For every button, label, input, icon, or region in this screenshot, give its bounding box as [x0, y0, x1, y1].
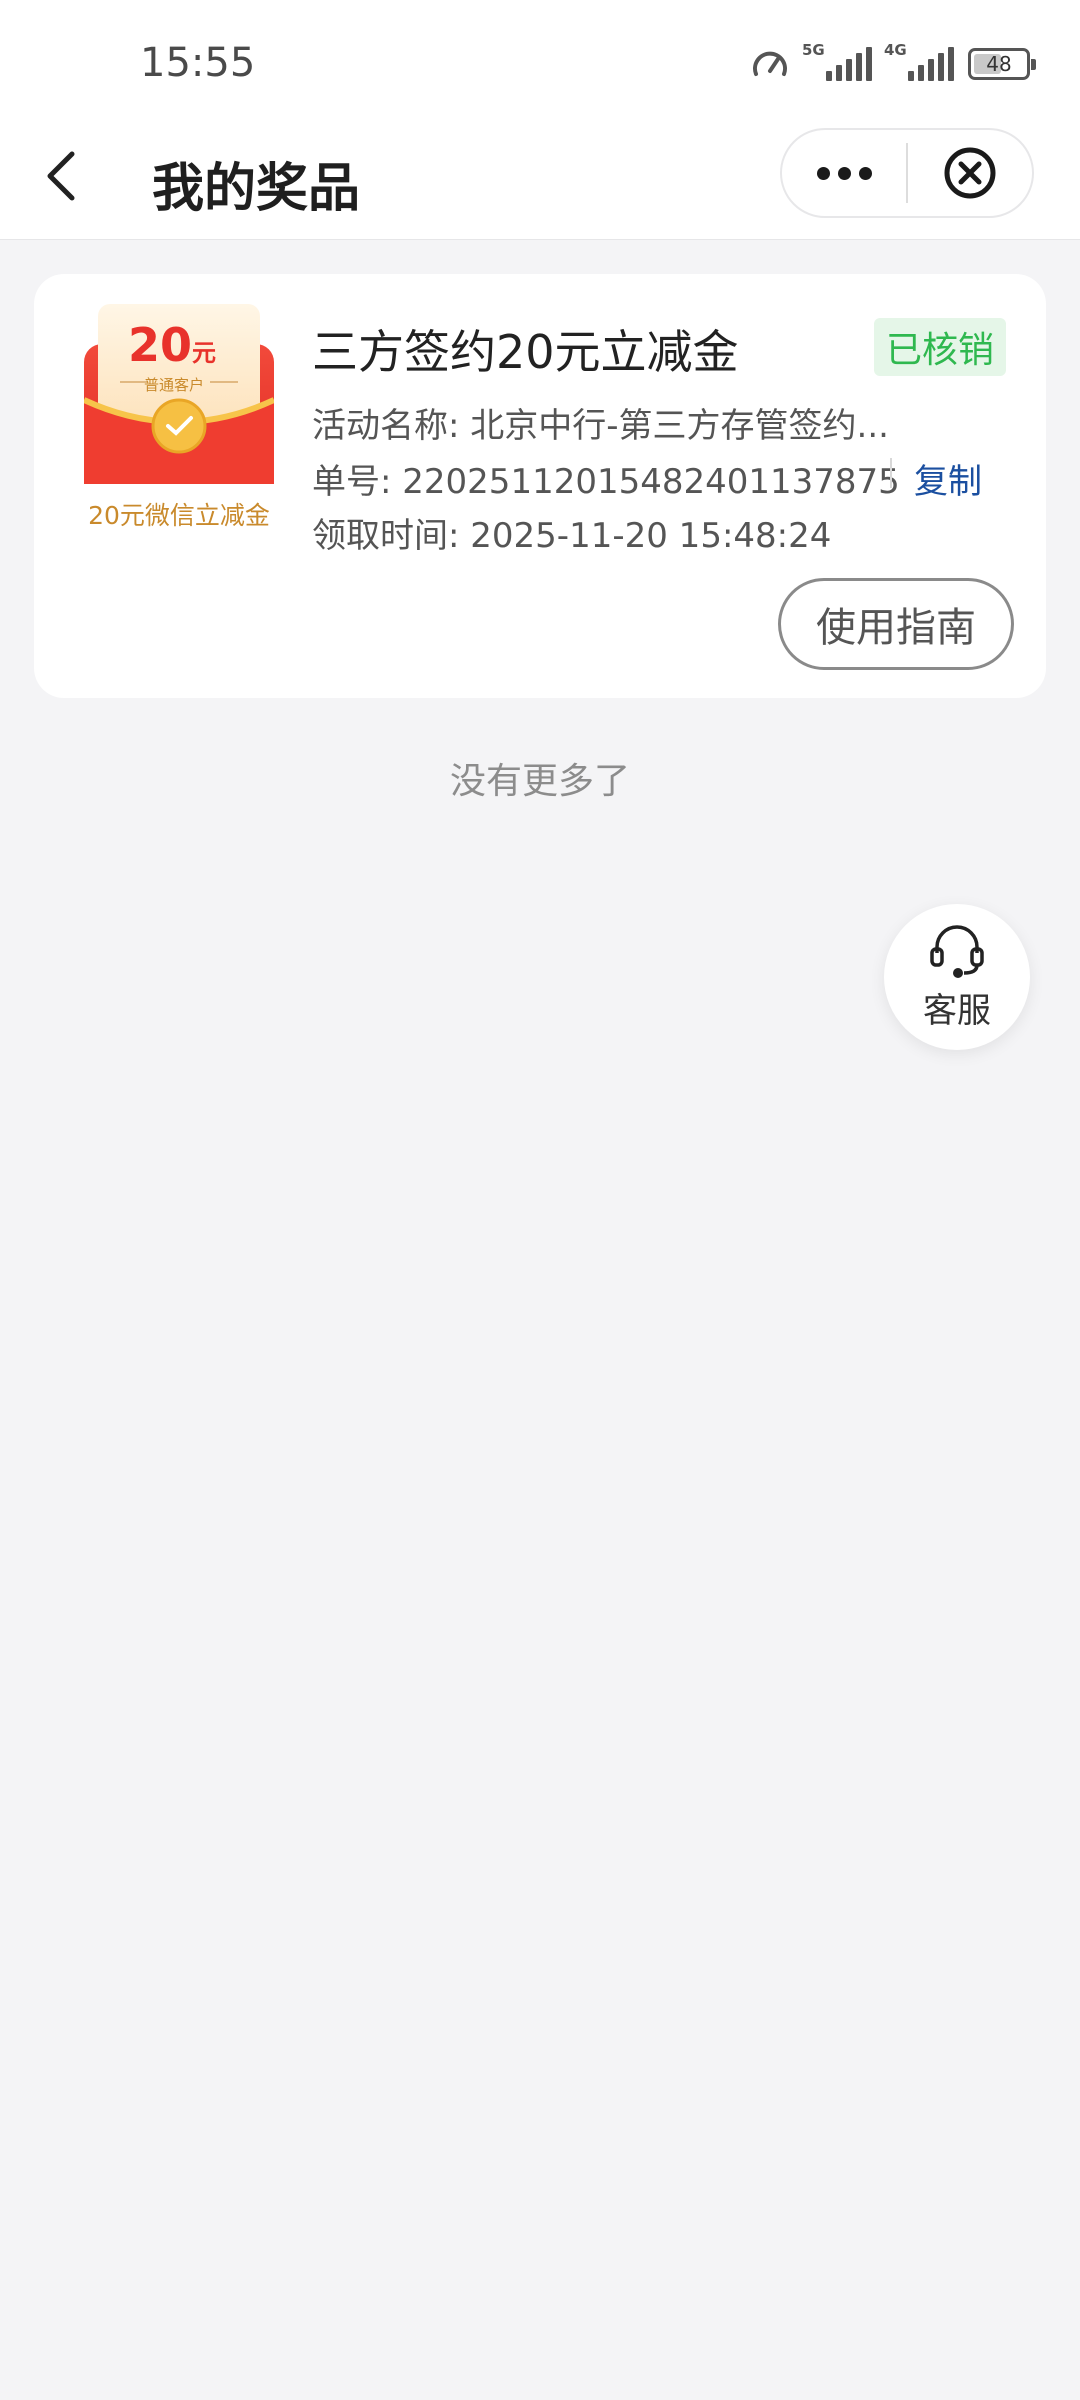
signal-4g-icon: 4G: [884, 41, 954, 81]
copy-divider: [890, 458, 892, 488]
activity-value: 北京中行-第三方存管签约...: [470, 406, 889, 446]
customer-service-label: 客服: [923, 990, 991, 1031]
prize-card[interactable]: 20元 普通客户 20元微信立减金 三方签约20元立减金 已核销 活动名称: 北…: [34, 274, 1046, 698]
prize-title: 三方签约20元立减金: [312, 325, 739, 379]
usage-guide-button[interactable]: 使用指南: [778, 578, 1014, 670]
status-badge: 已核销: [874, 318, 1006, 376]
activity-row: 活动名称: 北京中行-第三方存管签约...: [312, 398, 889, 447]
order-value: 22025112015482401137875: [402, 462, 900, 502]
claim-time-value: 2025-11-20 15:48:24: [470, 516, 832, 556]
order-row: 单号: 22025112015482401137875: [312, 454, 900, 503]
close-button[interactable]: [908, 130, 1032, 216]
envelope-amount: 20元: [128, 318, 217, 372]
signal-5g-icon: 5G: [802, 41, 872, 81]
headset-icon: [930, 924, 984, 978]
miniapp-capsule: [780, 128, 1034, 218]
order-label: 单号:: [312, 462, 392, 502]
nav-bar: 我的奖品: [0, 124, 1080, 240]
status-time: 15:55: [140, 40, 256, 86]
page-title: 我的奖品: [152, 159, 361, 219]
customer-service-button[interactable]: 客服: [884, 904, 1030, 1050]
back-icon[interactable]: [40, 146, 90, 206]
claim-time-row: 领取时间: 2025-11-20 15:48:24: [312, 508, 831, 557]
battery-level: 48: [986, 52, 1012, 76]
list-end-text: 没有更多了: [449, 761, 630, 802]
status-bar: 15:55 5G 4G 48: [0, 0, 1080, 124]
envelope-caption: 20元微信立减金: [88, 501, 270, 530]
battery-icon: 48: [968, 48, 1036, 80]
claim-time-label: 领取时间:: [312, 516, 460, 556]
copy-button[interactable]: 复制: [914, 454, 982, 503]
more-icon: [816, 166, 872, 180]
envelope-tier: 普通客户: [144, 376, 205, 394]
more-button[interactable]: [782, 130, 906, 216]
close-icon: [944, 147, 996, 199]
activity-label: 活动名称:: [312, 406, 460, 446]
speed-icon: [753, 51, 787, 76]
status-icons: 5G 4G 48: [750, 41, 1036, 84]
